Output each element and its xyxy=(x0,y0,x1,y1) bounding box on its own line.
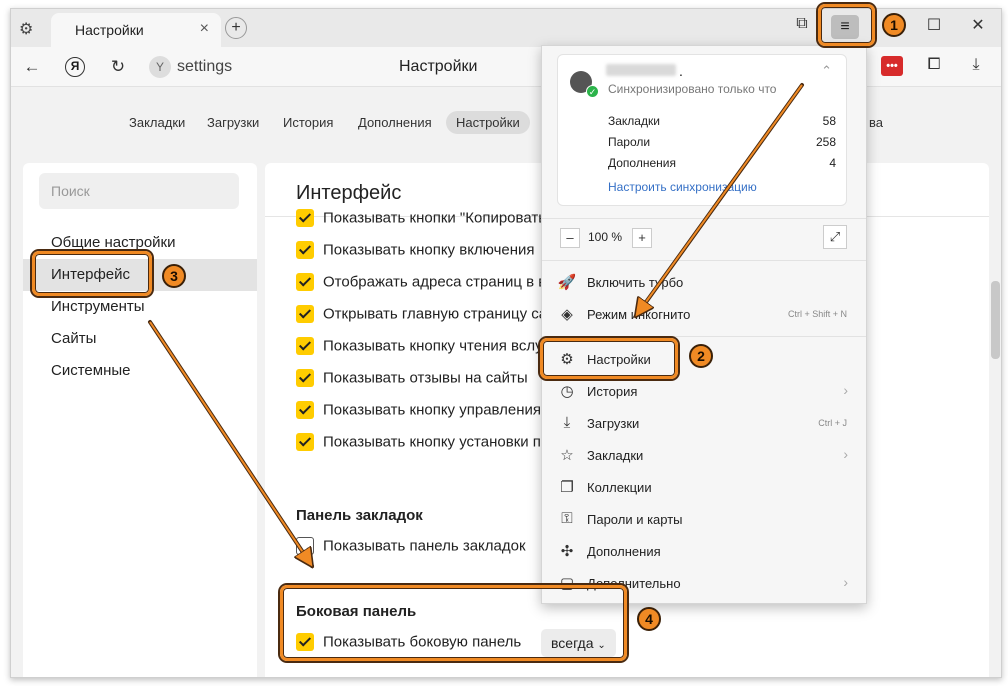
key-card-icon: ⚿ xyxy=(561,510,573,527)
scrollbar-thumb[interactable] xyxy=(991,281,1000,359)
checkbox[interactable] xyxy=(296,273,314,292)
step-badge-3: 3 xyxy=(162,264,186,288)
step-badge-1: 1 xyxy=(882,13,906,37)
yandex-icon[interactable]: Я xyxy=(65,57,85,77)
bookmarks-panel-heading: Панель закладок xyxy=(296,507,423,524)
section-heading: Интерфейс xyxy=(296,182,402,204)
step-badge-4: 4 xyxy=(637,607,661,631)
menu-item-downloads[interactable]: ⤓ Загрузки Ctrl + J xyxy=(542,408,866,440)
collections-icon: ❐ xyxy=(560,479,574,496)
chevron-up-icon[interactable]: ⌃ xyxy=(821,63,832,79)
gear-icon[interactable]: ⚙ xyxy=(19,19,33,39)
rocket-icon: 🚀 xyxy=(557,274,577,291)
nav-downloads[interactable]: Загрузки xyxy=(197,111,269,134)
close-window-icon[interactable]: ✕ xyxy=(966,15,990,35)
reload-icon[interactable]: ↻ xyxy=(107,57,129,77)
nav-extensions[interactable]: Дополнения xyxy=(348,111,442,134)
fullscreen-button[interactable]: ⤢ xyxy=(823,225,847,249)
checkbox[interactable] xyxy=(296,369,314,388)
checkbox[interactable] xyxy=(296,337,314,356)
download-icon: ⤓ xyxy=(563,414,571,431)
highlight-menu-button xyxy=(818,4,875,46)
page-title: Настройки xyxy=(399,58,478,75)
scrollbar[interactable] xyxy=(989,163,1001,677)
checkbox[interactable] xyxy=(296,401,314,420)
zoom-out-button[interactable]: – xyxy=(560,228,580,248)
tabs-list-icon[interactable]: ⧉ xyxy=(790,15,814,33)
extension-puzzle-icon[interactable]: ⧠ xyxy=(923,56,945,74)
nav-bookmarks[interactable]: Закладки xyxy=(119,111,195,134)
settings-sidebar: Поиск Общие настройки Интерфейс Инструме… xyxy=(23,163,257,677)
menu-item-incognito[interactable]: ◈ Режим инкогнито Ctrl + Shift + N xyxy=(542,299,866,331)
tab-settings[interactable]: Настройки × xyxy=(51,13,221,47)
option-copy-buttons[interactable]: Показывать кнопки "Копировать" xyxy=(296,209,551,233)
checkbox[interactable] xyxy=(296,433,314,452)
back-arrow-icon[interactable]: ← xyxy=(21,57,43,77)
menu-item-extensions[interactable]: ✣ Дополнения xyxy=(542,536,866,568)
step-badge-2: 2 xyxy=(689,344,713,368)
option-read-aloud[interactable]: Показывать кнопку чтения вслу xyxy=(296,337,543,361)
maximize-icon[interactable]: ☐ xyxy=(922,15,946,35)
extension-red-icon[interactable]: ••• xyxy=(881,56,903,76)
option-show-bookmarks-panel[interactable]: Показывать панель закладок xyxy=(296,537,526,561)
checkbox[interactable] xyxy=(296,537,314,556)
option-site-reviews[interactable]: Показывать отзывы на сайты xyxy=(296,369,528,393)
sync-stat-extensions: Дополнения 4 xyxy=(608,156,836,170)
account-name-blurred xyxy=(606,64,676,76)
highlight-side-panel-section xyxy=(280,585,627,661)
sync-stat-bookmarks: Закладки 58 xyxy=(608,114,836,128)
checkbox[interactable] xyxy=(296,305,314,324)
sync-stat-passwords: Пароли 258 xyxy=(608,135,836,149)
sync-card: ✓ . Синхронизировано только что ⌃ Заклад… xyxy=(557,54,847,206)
account-name-suffix: . xyxy=(679,63,683,79)
sync-settings-link[interactable]: Настроить синхронизацию xyxy=(608,180,757,194)
clock-icon: ◷ xyxy=(560,383,574,400)
option-page-addresses[interactable]: Отображать адреса страниц в в xyxy=(296,273,546,297)
star-icon: ☆ xyxy=(560,447,574,464)
nav-settings[interactable]: Настройки xyxy=(446,111,530,134)
menu-item-collections[interactable]: ❐ Коллекции xyxy=(542,472,866,504)
chevron-right-icon: › xyxy=(843,382,848,398)
close-icon[interactable]: × xyxy=(200,20,209,38)
option-control-button[interactable]: Показывать кнопку управления xyxy=(296,401,541,425)
menu-item-history[interactable]: ◷ История › xyxy=(542,376,866,408)
sync-status: Синхронизировано только что xyxy=(608,82,777,96)
highlight-settings-item xyxy=(540,338,678,379)
divider xyxy=(542,218,866,219)
zoom-in-button[interactable]: + xyxy=(632,228,652,248)
divider xyxy=(542,336,866,337)
nav-history[interactable]: История xyxy=(273,111,343,134)
option-enable-button[interactable]: Показывать кнопку включения xyxy=(296,241,535,265)
divider xyxy=(542,260,866,261)
chevron-right-icon: › xyxy=(843,446,848,462)
puzzle-icon: ✣ xyxy=(560,543,574,560)
checkbox[interactable] xyxy=(296,209,314,228)
new-tab-button[interactable]: + xyxy=(225,17,247,39)
highlight-interface-item xyxy=(32,251,152,296)
check-icon: ✓ xyxy=(586,85,599,98)
menu-item-bookmarks[interactable]: ☆ Закладки › xyxy=(542,440,866,472)
option-install-button[interactable]: Показывать кнопку установки п xyxy=(296,433,541,457)
option-home-page[interactable]: Открывать главную страницу са xyxy=(296,305,547,329)
incognito-mask-icon: ◈ xyxy=(561,306,573,323)
search-input[interactable]: Поиск xyxy=(39,173,239,209)
zoom-level: 100 % xyxy=(588,230,623,244)
sidebar-item-sites[interactable]: Сайты xyxy=(23,323,257,355)
chevron-right-icon: › xyxy=(843,574,848,590)
tab-title: Настройки xyxy=(75,22,144,38)
url-text[interactable]: settings xyxy=(177,58,232,76)
menu-item-passwords[interactable]: ⚿ Пароли и карты xyxy=(542,504,866,536)
sidebar-item-system[interactable]: Системные xyxy=(23,355,257,387)
menu-item-turbo[interactable]: 🚀 Включить турбо xyxy=(542,267,866,299)
yandex-browser-icon: Y xyxy=(149,56,171,78)
download-icon[interactable]: ⤓ xyxy=(965,56,987,74)
main-menu: ✓ . Синхронизировано только что ⌃ Заклад… xyxy=(541,45,867,604)
checkbox[interactable] xyxy=(296,241,314,260)
